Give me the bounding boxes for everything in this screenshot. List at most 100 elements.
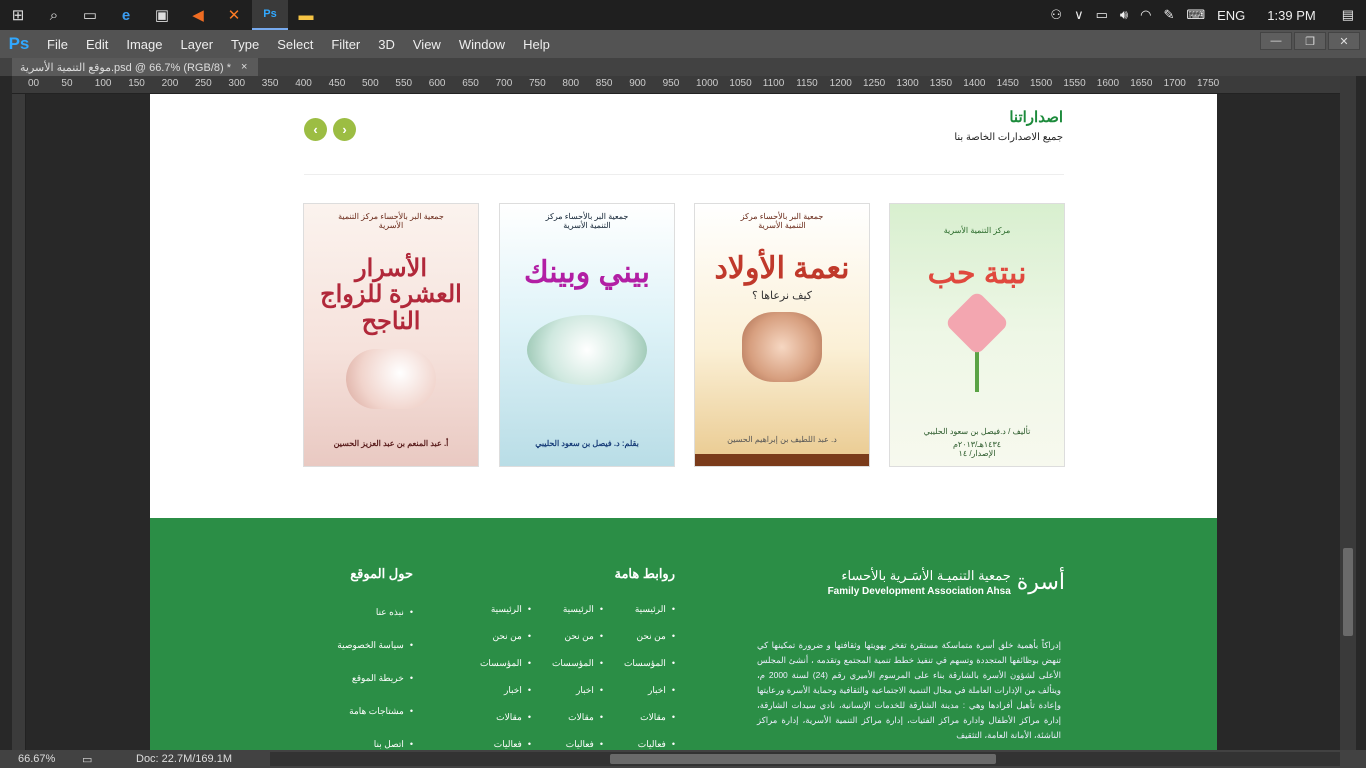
footer-link[interactable]: الرئيسية — [624, 596, 675, 623]
canvas-area[interactable]: ‹ › اصداراتنا جميع الاصدارات الخاصة بنا … — [26, 94, 1340, 750]
ruler-mark: 1450 — [996, 78, 1019, 89]
footer-link[interactable]: من نحن — [480, 623, 531, 650]
start-icon[interactable]: ⊞ — [0, 0, 36, 30]
footer-link[interactable]: فعاليات — [552, 731, 603, 750]
menu-help[interactable]: Help — [514, 37, 559, 52]
close-button[interactable]: ✕ — [1328, 32, 1360, 50]
clock[interactable]: 1:39 PM — [1267, 8, 1315, 23]
footer-link[interactable]: مشتاجات هامة — [337, 695, 413, 728]
minimize-button[interactable]: — — [1260, 32, 1292, 50]
keyboard-icon[interactable]: ⌨ — [1186, 7, 1205, 23]
ruler-mark: 500 — [362, 78, 379, 89]
menu-view[interactable]: View — [404, 37, 450, 52]
info-icon[interactable]: ▭ — [82, 753, 106, 766]
scroll-thumb[interactable] — [1343, 548, 1353, 636]
chevron-up-icon[interactable]: ∨ — [1074, 7, 1084, 23]
footer-link[interactable]: من نحن — [552, 623, 603, 650]
links-column: الرئيسية من نحن المؤسسات اخبار مقالات فع… — [552, 596, 603, 750]
window-controls: — ❐ ✕ — [1260, 32, 1360, 50]
publications-subtitle: جميع الاصدارات الخاصة بنا — [954, 132, 1063, 143]
photoshop-icon[interactable]: Ps — [252, 0, 288, 30]
menu-layer[interactable]: Layer — [172, 37, 223, 52]
footer-link[interactable]: مقالات — [552, 704, 603, 731]
menu-3d[interactable]: 3D — [369, 37, 404, 52]
footer-link[interactable]: اتصل بنا — [337, 728, 413, 750]
task-view-icon[interactable]: ▭ — [72, 0, 108, 30]
battery-icon[interactable]: ▭ — [1096, 7, 1108, 23]
ruler-mark: 1650 — [1130, 78, 1153, 89]
book-author: د. عبد اللطيف بن إبراهيم الحسين — [727, 435, 837, 444]
stem — [975, 352, 979, 392]
book-org: جمعية البر بالأحساء مركز التنمية الأسرية — [545, 212, 629, 230]
book-cover[interactable]: مركز التنمية الأسرية نبتة حب تأليف / د.ف… — [889, 203, 1065, 467]
vertical-ruler[interactable] — [12, 94, 26, 750]
footer-link[interactable]: مقالات — [624, 704, 675, 731]
links-column: الرئيسية من نحن المؤسسات اخبار مقالات فع… — [624, 596, 675, 750]
file-explorer-icon[interactable]: ▬ — [288, 0, 324, 30]
language-indicator[interactable]: ENG — [1217, 8, 1245, 23]
search-icon[interactable]: ⌕ — [36, 0, 72, 30]
footer-link[interactable]: من نحن — [624, 623, 675, 650]
publications-header: اصداراتنا جميع الاصدارات الخاصة بنا — [954, 108, 1063, 143]
document-tab[interactable]: موقع التنمية الأسرية.psd @ 66.7% (RGB/8)… — [12, 58, 258, 76]
logo-english-name: Family Development Association Ahsa — [827, 586, 1011, 597]
footer-link[interactable]: سياسة الخصوصية — [337, 629, 413, 662]
vertical-scrollbar[interactable] — [1340, 76, 1356, 750]
footer-link[interactable]: المؤسسات — [624, 650, 675, 677]
footer-link[interactable]: اخبار — [552, 677, 603, 704]
pen-icon[interactable]: ✎ — [1163, 7, 1174, 23]
footer-link[interactable]: المؤسسات — [552, 650, 603, 677]
menu-filter[interactable]: Filter — [322, 37, 369, 52]
ruler-mark: 300 — [228, 78, 246, 89]
next-arrow-button[interactable]: › — [333, 118, 356, 141]
footer-link[interactable]: الرئيسية — [552, 596, 603, 623]
webpage-design: ‹ › اصداراتنا جميع الاصدارات الخاصة بنا … — [150, 94, 1217, 750]
ruler-mark: 200 — [161, 78, 179, 89]
menu-select[interactable]: Select — [268, 37, 322, 52]
book-carousel: جمعية البر بالأحساء مركز التنمية الأسرية… — [303, 203, 1065, 467]
footer-link[interactable]: مقالات — [480, 704, 531, 731]
ruler-mark: 1400 — [963, 78, 986, 89]
footer-link[interactable]: نبذه عنا — [337, 596, 413, 629]
wifi-icon[interactable]: ◠ — [1140, 7, 1151, 23]
footer-link[interactable]: اخبار — [480, 677, 531, 704]
book-year: ١٤٣٤هـ/٢٠١٣م — [952, 440, 1002, 449]
divider — [304, 174, 1064, 175]
book-bottom-band — [695, 454, 869, 466]
prev-arrow-button[interactable]: ‹ — [304, 118, 327, 141]
book-cover[interactable]: جمعية البر بالأحساء مركز التنمية الأسرية… — [694, 203, 870, 467]
restore-button[interactable]: ❐ — [1294, 32, 1326, 50]
footer-link[interactable]: فعاليات — [480, 731, 531, 750]
close-tab-icon[interactable]: × — [241, 61, 247, 73]
zoom-level[interactable]: 66.67% — [18, 753, 78, 765]
menu-image[interactable]: Image — [117, 37, 171, 52]
people-icon[interactable]: ⚇ — [1050, 7, 1062, 23]
footer-link[interactable]: اخبار — [624, 677, 675, 704]
horizontal-scrollbar[interactable] — [270, 752, 1340, 766]
footer-link[interactable]: فعاليات — [624, 731, 675, 750]
store-icon[interactable]: ▣ — [144, 0, 180, 30]
hscroll-thumb[interactable] — [610, 754, 996, 764]
horizontal-ruler[interactable]: 00 50 100 150 200 250 300 350 400 450 500 550 600 650… — [12, 76, 1340, 94]
document-tab-title: موقع التنمية الأسرية.psd @ 66.7% (RGB/8)… — [20, 61, 231, 74]
volume-icon[interactable]: 🔊︎ — [1120, 7, 1128, 23]
menu-type[interactable]: Type — [222, 37, 268, 52]
menu-edit[interactable]: Edit — [77, 37, 117, 52]
xampp-icon[interactable]: ✕ — [216, 0, 252, 30]
menu-window[interactable]: Window — [450, 37, 514, 52]
book-cover[interactable]: جمعية البر بالأحساء مركز التنمية الأسرية… — [303, 203, 479, 467]
book-cover[interactable]: جمعية البر بالأحساء مركز التنمية الأسرية… — [499, 203, 675, 467]
ruler-mark: 850 — [595, 78, 613, 89]
ruler-mark: 1100 — [762, 78, 785, 89]
ruler-mark: 150 — [128, 78, 145, 89]
book-edition: الإصدار/ ١٤ — [958, 449, 996, 458]
footer-link[interactable]: المؤسسات — [480, 650, 531, 677]
notification-icon[interactable]: ▤ — [1342, 7, 1354, 23]
footer-link[interactable]: خريطة الموقع — [337, 662, 413, 695]
edge-icon[interactable]: e — [108, 0, 144, 30]
footer-link[interactable]: الرئيسية — [480, 596, 531, 623]
media-player-icon[interactable]: ◀ — [180, 0, 216, 30]
menu-file[interactable]: File — [38, 37, 77, 52]
book-author: بقلم: د. فيصل بن سعود الحليبي — [535, 439, 639, 448]
ruler-mark: 600 — [428, 78, 446, 89]
